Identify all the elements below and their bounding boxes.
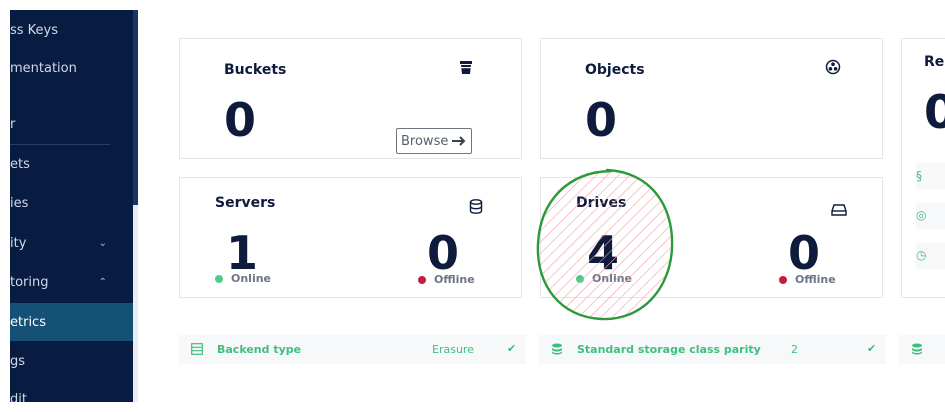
- drives-offline-count: 0: [788, 226, 821, 280]
- drives-title: Drives: [576, 195, 627, 211]
- clock-icon: ◷: [916, 248, 927, 262]
- servers-offline-count: 0: [427, 226, 460, 280]
- sidebar-item-label: dit: [10, 391, 27, 403]
- sidebar-item-documentation[interactable]: mentation: [10, 49, 133, 87]
- third-card-row: ◎: [916, 203, 945, 229]
- drives-online-status: Online: [576, 272, 632, 285]
- sidebar-item-metrics[interactable]: etrics: [10, 303, 133, 341]
- third-card: Re 0 § ◎ ◷: [901, 38, 945, 298]
- sidebar-item-section-header: r: [10, 105, 133, 143]
- buckets-title: Buckets: [224, 62, 287, 78]
- sidebar-item-audit[interactable]: dit: [10, 380, 133, 403]
- sidebar-item-label: mentation: [10, 60, 77, 76]
- sidebar-item-label: etrics: [10, 314, 46, 330]
- servers-card: Servers 1 Online 0 Offline: [179, 177, 522, 298]
- offline-dot: [779, 275, 787, 284]
- database-icon: [911, 343, 923, 358]
- info-row-backend-type: Backend type Erasure ✔: [179, 335, 526, 364]
- third-card-row: ◷: [916, 243, 945, 269]
- sidebar-item-label: toring: [10, 274, 49, 290]
- servers-title: Servers: [215, 195, 276, 211]
- third-card-title: Re: [924, 54, 945, 70]
- online-label: Online: [231, 272, 272, 285]
- sidebar-scrollbar-thumb[interactable]: [133, 10, 138, 205]
- sidebar-item-logs[interactable]: gs: [10, 342, 133, 380]
- sidebar-item-monitoring[interactable]: toring ⌃: [10, 263, 133, 301]
- sidebar-item-identity[interactable]: ity ⌄: [10, 224, 133, 262]
- link-icon: §: [916, 169, 922, 183]
- online-dot: [215, 274, 223, 283]
- servers-online-count: 1: [226, 226, 259, 280]
- offline-label: Offline: [434, 273, 475, 286]
- info-row-value: 2: [791, 343, 798, 356]
- bucket-icon: [459, 59, 473, 79]
- chevron-up-icon: ⌃: [98, 276, 107, 288]
- info-row-label: Standard storage class parity: [577, 343, 761, 356]
- objects-title: Objects: [585, 62, 645, 78]
- objects-icon: [825, 59, 841, 79]
- buckets-card: Buckets 0 Browse: [179, 38, 522, 159]
- browse-button[interactable]: Browse: [396, 128, 472, 154]
- browse-button-label: Browse: [401, 133, 449, 149]
- check-icon: ✔: [867, 342, 877, 355]
- third-card-count: 0: [924, 85, 945, 139]
- info-row-value: Erasure: [432, 343, 474, 356]
- sidebar-item-label: ets: [10, 156, 30, 172]
- sidebar-item-label: ies: [10, 195, 29, 211]
- database-icon: [469, 199, 483, 218]
- offline-dot: [418, 275, 426, 284]
- database-icon: [551, 343, 563, 358]
- online-dot: [576, 274, 584, 283]
- sidebar-item-label: gs: [10, 353, 26, 369]
- drives-offline-status: Offline: [779, 273, 836, 286]
- servers-offline-status: Offline: [418, 273, 475, 286]
- chevron-down-icon: ⌄: [98, 237, 107, 249]
- objects-card: Objects 0: [540, 38, 883, 159]
- buckets-count: 0: [224, 93, 257, 147]
- sidebar: ss Keys mentation r ets ies ity ⌄ toring…: [10, 10, 138, 402]
- info-row-label: Backend type: [217, 343, 302, 356]
- sidebar-item-label: ity: [10, 235, 27, 251]
- drives-card: Drives 4 Online 0 Offline: [540, 177, 883, 298]
- list-icon: [191, 343, 203, 358]
- sidebar-item-access-keys[interactable]: ss Keys: [10, 11, 133, 49]
- info-row-storage-parity: Standard storage class parity 2 ✔: [539, 335, 886, 364]
- third-card-row: §: [916, 163, 945, 189]
- sidebar-item-label: r: [10, 116, 16, 132]
- left-gutter: [0, 0, 10, 412]
- offline-label: Offline: [795, 273, 836, 286]
- arrow-right-icon: [452, 136, 466, 146]
- drives-online-count: 4: [587, 226, 620, 280]
- check-icon: ✔: [507, 342, 517, 355]
- drive-icon: [831, 201, 847, 220]
- usage-icon: ◎: [916, 208, 927, 222]
- sidebar-item-buckets[interactable]: ets: [10, 145, 133, 183]
- info-row-partial: [899, 335, 945, 364]
- sidebar-item-policies[interactable]: ies: [10, 184, 133, 222]
- objects-count: 0: [585, 93, 618, 147]
- online-label: Online: [592, 272, 633, 285]
- servers-online-status: Online: [215, 272, 271, 285]
- sidebar-item-label: ss Keys: [10, 22, 59, 38]
